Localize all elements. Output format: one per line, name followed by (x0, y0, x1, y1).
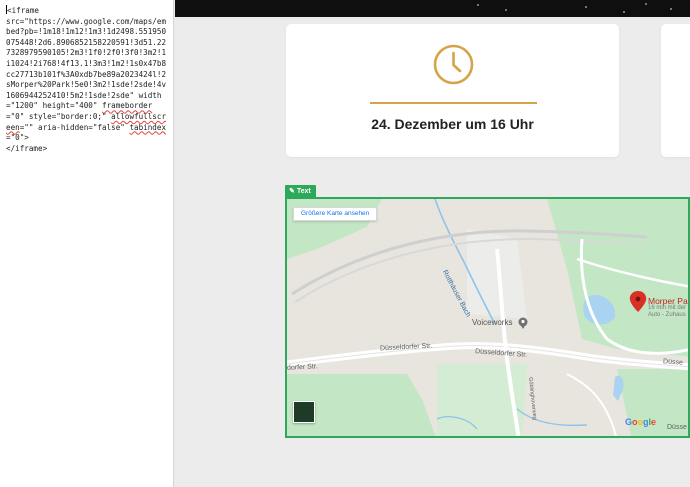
larger-map-button[interactable]: Größere Karte ansehen (293, 207, 378, 221)
code-allow-rest: ="" aria-hidden="false" (19, 122, 130, 132)
voiceworks-label: Voiceworks (472, 318, 513, 327)
code-frameborder-rest: ="0" style="border:0;" (6, 111, 112, 121)
google-logo: Google (625, 417, 657, 427)
poi-sub-line-1: 16 min mit der (648, 305, 687, 311)
page-preview: 24. Dezember um 16 Uhr ✎ Text Größere Ka… (175, 0, 690, 487)
street-label-far: Düsse (662, 358, 684, 367)
code-line-1: <iframe (7, 6, 40, 15)
street-label-bottom-right: Düsse (667, 424, 687, 431)
poi-sub-line-2: Auto - Zuhaus (648, 312, 686, 318)
hero-banner (175, 0, 690, 17)
code-tabindex: tabindex (129, 122, 167, 132)
code-body: src="https://www.google.com/maps/embed?p… (6, 16, 167, 111)
code-close-tag: </iframe> (6, 143, 48, 153)
clock-icon (433, 44, 474, 85)
code-content[interactable]: <iframe src="https://www.google.com/maps… (6, 5, 167, 154)
code-editor[interactable]: <iframe src="https://www.google.com/maps… (0, 0, 174, 487)
poi-subtitle: 16 min mit der Auto - Zuhaus (648, 305, 686, 319)
satellite-toggle[interactable] (293, 401, 315, 423)
card-divider (370, 102, 537, 104)
code-frameborder: frameborder (102, 101, 153, 111)
widget-tag-label: Text (296, 188, 311, 195)
card-title: 24. Dezember um 16 Uhr (371, 116, 534, 132)
event-date-card: 24. Dezember um 16 Uhr (286, 24, 619, 157)
code-tab-rest: ="0"> (6, 133, 29, 143)
next-card (661, 24, 690, 157)
embedded-map[interactable]: Größere Karte ansehen Rotthäuser Bach Vo… (285, 197, 690, 438)
